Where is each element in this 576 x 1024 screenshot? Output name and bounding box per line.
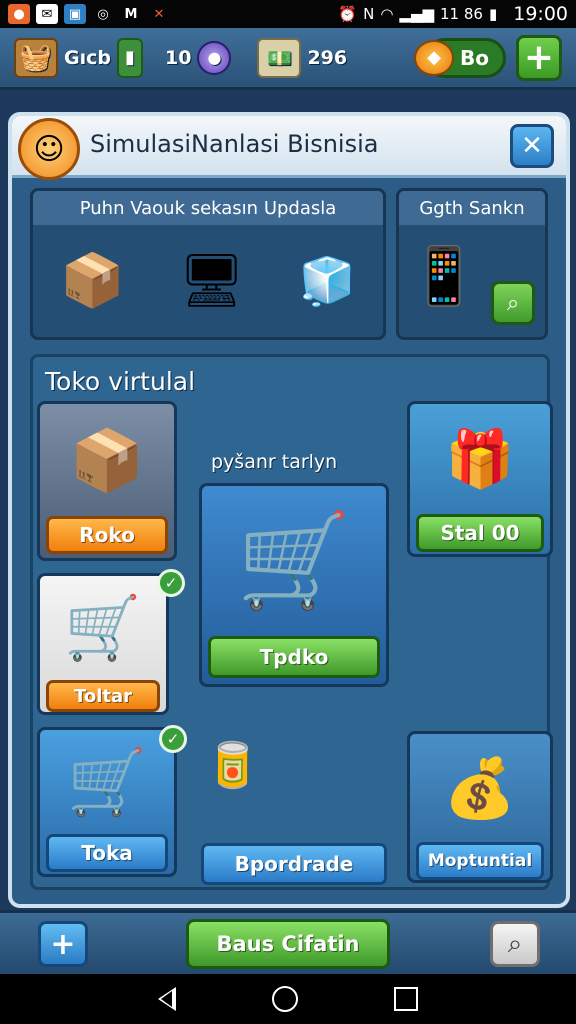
search-button[interactable]: ⌕ [491, 281, 535, 325]
boxes-illustration-icon[interactable]: 📦 [60, 255, 125, 307]
store-title: Toko virtulal [45, 367, 196, 396]
basket-resource[interactable]: 🧺 Gıcb ▮ [14, 37, 143, 78]
mopturtial-button[interactable]: Moptuntial [416, 842, 544, 880]
mascot-sun-icon: ☺ [18, 118, 80, 180]
goods-stack-icon: 🎁 [445, 427, 515, 492]
tablet-illustration-icon[interactable]: 📱 [409, 243, 479, 309]
toka-button[interactable]: Toka [46, 834, 168, 872]
store-card-stat[interactable]: 🎁 Stal 00 [407, 401, 553, 557]
basket-label: Gıcb [64, 46, 111, 69]
cart-fruit-icon: 🛒 [67, 745, 147, 820]
bottom-bar: + Baus Cifatin ⌕ [0, 910, 576, 974]
wifi-icon: ◠ [380, 5, 394, 23]
workstation-illustration-icon[interactable]: 🖥 [179, 255, 245, 307]
status-text: 11 86 [440, 5, 483, 23]
counter-value: 10 [164, 46, 192, 69]
home-icon[interactable] [272, 986, 298, 1012]
check-icon: ✓ [157, 569, 185, 597]
box-coins-icon: 💰 [443, 753, 517, 822]
panel-header: ☺ SimulasiNanlasi Bisnisia ✕ [12, 116, 566, 180]
money-value: 296 [307, 46, 348, 69]
clock: 19:00 [513, 3, 568, 25]
signal-icon: ▂▄▆ [399, 5, 435, 23]
profile-search-icon[interactable]: ⌕ [490, 921, 540, 967]
mail-icon: ✉ [36, 4, 58, 24]
money-resource[interactable]: 💵 296 [257, 37, 348, 78]
supplies-icon: 🥫 [205, 740, 260, 791]
stal-button[interactable]: Stal 00 [416, 514, 544, 552]
roko-button[interactable]: Roko [46, 516, 168, 554]
basket-icon: 🧺 [14, 37, 58, 78]
m-icon: M [124, 6, 138, 22]
store-card-mopturtial[interactable]: 💰 Moptuntial [407, 731, 553, 883]
tpdko-button[interactable]: Tpdko [208, 636, 380, 678]
x-icon: ✕ [153, 6, 165, 22]
system-nav-bar [0, 974, 576, 1024]
store-subtitle: pyšanr tarlyn [211, 451, 338, 473]
boxes-icon: 📦 [69, 425, 145, 496]
main-action-button[interactable]: Baus Cifatin [186, 919, 390, 969]
panel-title: SimulasiNanlasi Bisnisia [90, 130, 379, 158]
coin-pill[interactable]: ◆ Bo [414, 37, 506, 78]
side-header: Ggth Sankn [399, 191, 545, 225]
counter-resource[interactable]: 10 ● [164, 40, 232, 75]
updates-section: Puhn Vaouk sekasın Updasla 📦 🖥 🧊 [30, 188, 386, 340]
shopping-cart-icon: 🛒 [236, 507, 352, 614]
resource-bar: 🧺 Gıcb ▮ 10 ● 💵 296 ◆ Bo + [0, 28, 576, 90]
side-section: Ggth Sankn 📱 ⌕ [396, 188, 548, 340]
image-icon: ▣ [64, 4, 86, 24]
nfc-icon: N [363, 5, 375, 23]
add-currency-button[interactable]: + [516, 34, 562, 81]
cart-boxes-icon: 🛒 [64, 591, 142, 664]
status-bar: ● ✉ ▣ ◎ M ✕ ⏰ N ◠ ▂▄▆ 11 86 ▮ 19:00 [0, 0, 576, 28]
target-icon: ◎ [97, 6, 109, 22]
coin-icon: ◆ [414, 39, 455, 76]
battery-icon: ▮ [488, 5, 498, 23]
cash-icon: 💵 [257, 37, 302, 78]
store-card-totar[interactable]: 🛒 Toltar [37, 573, 169, 715]
store-card-roko[interactable]: 📦 Roko [37, 401, 177, 561]
alarm-icon: ⏰ [338, 5, 358, 23]
add-button[interactable]: + [38, 921, 88, 967]
gem-icon: ● [197, 40, 232, 75]
check-icon: ✓ [159, 725, 187, 753]
updates-header: Puhn Vaouk sekasın Updasla [33, 191, 383, 225]
upgrade-button[interactable]: Bpordrade [201, 843, 387, 885]
app-icon: ● [8, 4, 30, 24]
toltar-button[interactable]: Toltar [46, 680, 160, 712]
coin-label: Bo [460, 45, 489, 70]
business-sim-panel: ☺ SimulasiNanlasi Bisnisia ✕ Puhn Vaouk … [8, 112, 570, 908]
virtual-store-section: Toko virtulal pyšanr tarlyn 📦 Roko 🛒 Tpd… [30, 354, 553, 890]
battery-resource-icon: ▮ [116, 37, 143, 78]
recents-icon[interactable] [394, 987, 418, 1011]
back-icon[interactable] [158, 987, 176, 1011]
store-card-toka[interactable]: 🛒 Toka [37, 727, 177, 877]
cube-illustration-icon[interactable]: 🧊 [299, 258, 356, 304]
store-card-cart[interactable]: 🛒 Tpdko [199, 483, 389, 687]
close-button[interactable]: ✕ [510, 124, 554, 168]
